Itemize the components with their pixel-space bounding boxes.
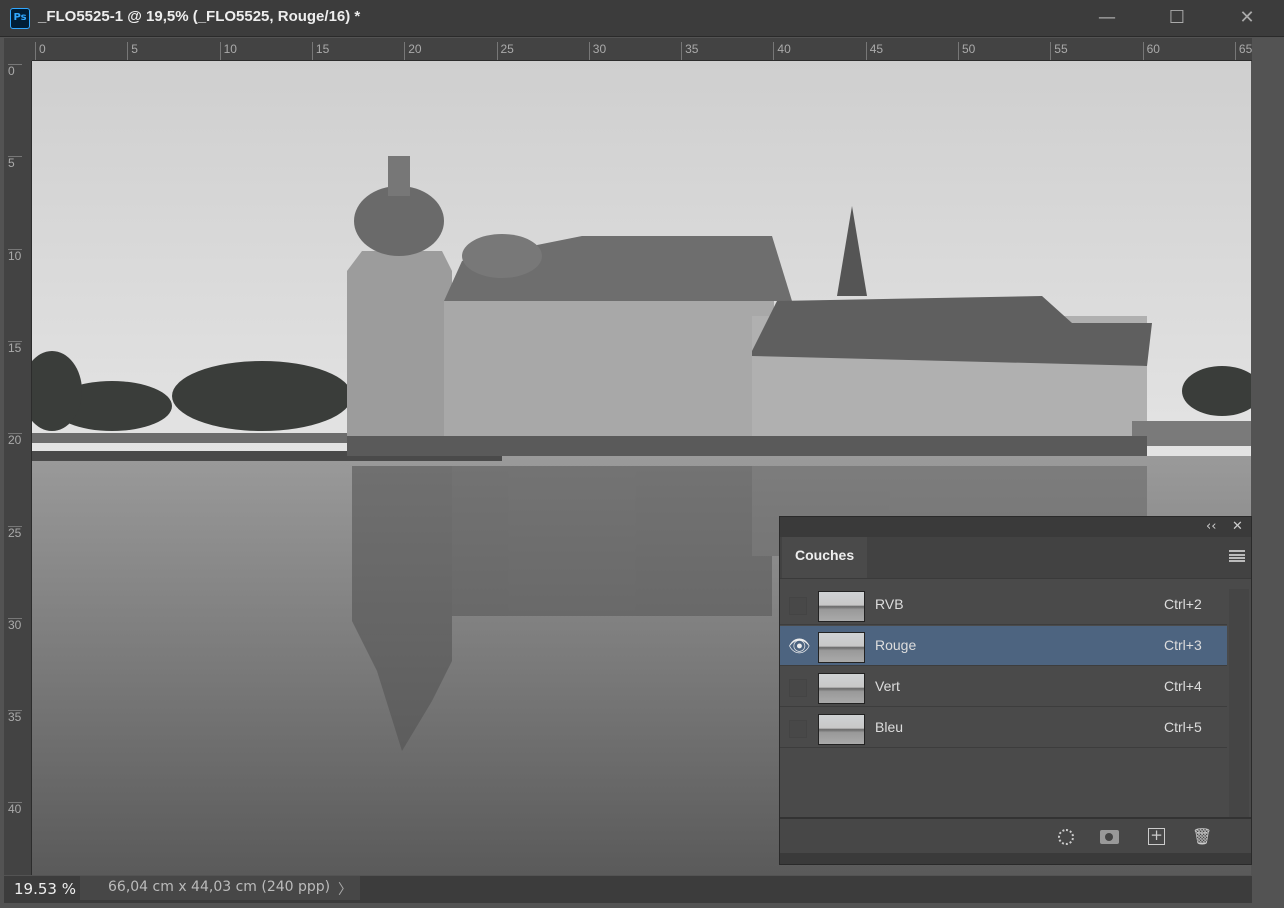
ruler-tick-label: 40 [773, 42, 791, 60]
new-channel-icon[interactable]: + [1148, 828, 1165, 845]
channel-shortcut: Ctrl+4 [1164, 678, 1202, 694]
tab-couches[interactable]: Couches [782, 537, 867, 578]
channel-row-bleu[interactable]: Bleu Ctrl+5 [780, 708, 1227, 748]
channel-row-rouge[interactable]: 👁 Rouge Ctrl+3 [780, 626, 1227, 666]
visibility-toggle[interactable] [789, 597, 807, 615]
zoom-level-field[interactable]: 19.53 % [14, 880, 76, 898]
channel-thumbnail [818, 591, 865, 622]
horizontal-ruler[interactable]: 0 5 10 15 20 25 30 35 40 45 50 55 60 65 [32, 38, 1252, 61]
visibility-toggle[interactable] [789, 679, 807, 697]
ruler-tick-label: 45 [865, 42, 883, 60]
visibility-toggle[interactable] [789, 720, 807, 738]
channel-thumbnail [818, 714, 865, 745]
ruler-tick-label: 0 [8, 64, 22, 77]
channel-shortcut: Ctrl+2 [1164, 596, 1202, 612]
ruler-tick-label: 35 [681, 42, 698, 60]
scrollbar[interactable] [1229, 589, 1249, 817]
ruler-tick-label: 65 [1234, 42, 1252, 60]
channel-thumbnail [818, 673, 865, 704]
channel-list: RVB Ctrl+2 👁 Rouge Ctrl+3 Vert Ctrl+4 Bleu Ctrl+… [780, 579, 1251, 817]
channel-name: Rouge [875, 637, 917, 653]
title-bar: Ps _FLO5525-1 @ 19,5% (_FLO5525, Rouge/1… [0, 0, 1284, 37]
ruler-tick-label: 30 [588, 42, 606, 60]
eye-icon[interactable]: 👁 [788, 636, 811, 657]
close-panel-button[interactable]: ✕ [1232, 519, 1243, 534]
channels-panel: ‹‹ ✕ Couches RVB Ctrl+2 👁 Rouge Ctrl+3 Vert Ct… [779, 516, 1252, 865]
ruler-tick-label: 50 [958, 42, 975, 60]
ruler-tick-label: 30 [8, 617, 22, 632]
document-info[interactable]: 66,04 cm x 44,03 cm (240 ppp) [80, 876, 360, 900]
channel-thumbnail [818, 632, 865, 663]
photoshop-logo-icon: Ps [10, 8, 30, 29]
vertical-ruler[interactable]: 0 5 10 15 20 25 30 35 40 [4, 61, 32, 875]
ruler-tick-label: 15 [311, 42, 329, 60]
ruler-tick-label: 40 [8, 802, 22, 817]
collapse-panel-button[interactable]: ‹‹ [1206, 519, 1216, 534]
channel-shortcut: Ctrl+3 [1164, 637, 1202, 653]
channel-shortcut: Ctrl+5 [1164, 719, 1202, 735]
ruler-tick-label: 55 [1050, 42, 1068, 60]
channel-row-vert[interactable]: Vert Ctrl+4 [780, 667, 1227, 707]
load-selection-icon[interactable] [1058, 829, 1074, 845]
ruler-tick-label: 20 [8, 433, 22, 448]
ruler-origin[interactable] [4, 38, 32, 61]
channel-name: RVB [875, 596, 904, 612]
ruler-tick-label: 20 [404, 42, 422, 60]
chevron-right-icon[interactable]: 〉 [338, 879, 352, 899]
channel-name: Bleu [875, 719, 904, 735]
ruler-tick-label: 35 [8, 710, 22, 725]
window-title: _FLO5525-1 @ 19,5% (_FLO5525, Rouge/16) … [38, 8, 361, 25]
ruler-tick-label: 15 [8, 340, 22, 355]
panel-footer: + 🗑 [780, 817, 1251, 853]
maximize-button[interactable]: ☐ [1157, 4, 1197, 32]
ruler-tick-label: 0 [35, 42, 46, 60]
delete-icon[interactable]: 🗑 [1192, 827, 1212, 846]
save-selection-mask-icon[interactable] [1100, 830, 1119, 844]
ruler-tick-label: 5 [127, 42, 138, 60]
ruler-tick-label: 10 [219, 42, 237, 60]
ruler-tick-label: 5 [8, 156, 22, 169]
minimize-button[interactable]: — [1087, 4, 1127, 32]
status-bar: 19.53 % 66,04 cm x 44,03 cm (240 ppp) 〉 [4, 876, 1252, 903]
channel-name: Vert [875, 678, 900, 694]
ruler-tick-label: 10 [8, 248, 22, 263]
channel-row-rvb[interactable]: RVB Ctrl+2 [780, 585, 1227, 625]
ruler-tick-label: 60 [1142, 42, 1160, 60]
panel-menu-icon[interactable] [1229, 550, 1245, 562]
ruler-tick-label: 25 [8, 525, 22, 540]
close-button[interactable]: ✕ [1227, 4, 1267, 32]
ruler-tick-label: 25 [496, 42, 514, 60]
